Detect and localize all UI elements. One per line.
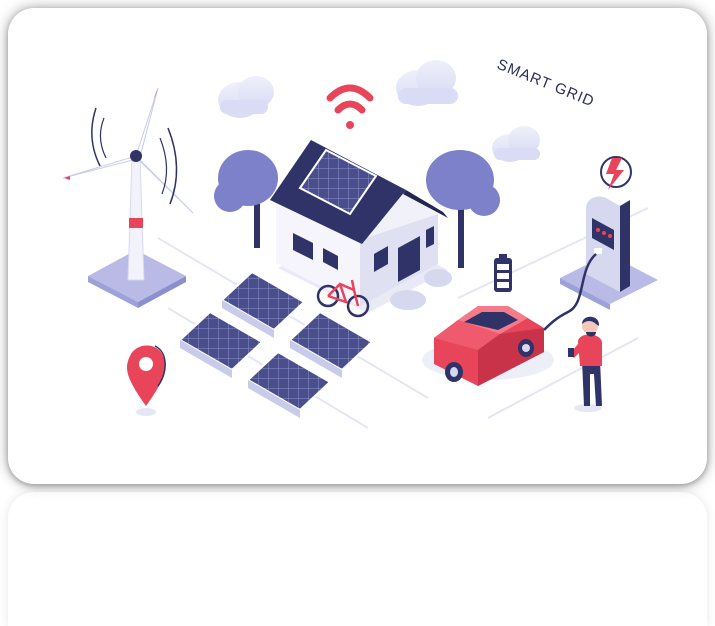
reflection-fade <box>8 492 707 626</box>
lightning-icon <box>600 156 632 190</box>
battery-icon <box>494 254 512 292</box>
bush <box>390 290 426 310</box>
smart-grid-illustration: SMART GRID <box>62 56 658 429</box>
cloud-top <box>396 60 458 106</box>
smart-grid-heading: SMART GRID <box>495 56 597 111</box>
illustration-card: SMART GRID <box>8 8 707 484</box>
bush <box>424 269 452 287</box>
cloud-left <box>218 76 274 118</box>
tree-left <box>214 150 278 248</box>
charging-station <box>560 196 658 310</box>
person <box>568 316 602 412</box>
cloud-right <box>492 126 540 162</box>
electric-car <box>422 306 554 386</box>
wind-turbine <box>62 87 194 308</box>
wifi-icon <box>326 84 374 129</box>
location-pin-icon <box>127 345 166 416</box>
card-reflection <box>8 492 707 626</box>
house <box>270 140 448 313</box>
